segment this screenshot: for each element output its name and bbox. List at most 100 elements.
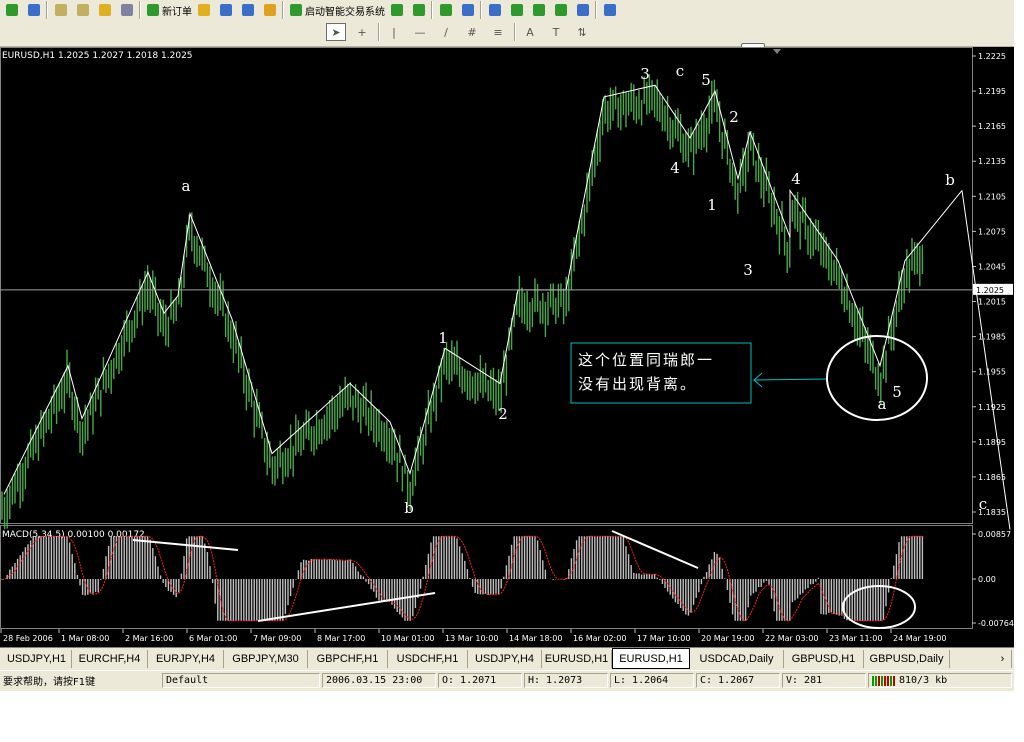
time-tick-label: 16 Mar 02:00 <box>573 634 626 643</box>
zoom-in-icon <box>462 4 474 16</box>
chevron-right-icon: › <box>1000 653 1005 665</box>
toolbar-separator <box>595 1 597 19</box>
macd-tick-label: -0.00764 <box>978 619 1014 628</box>
toolbar-button-label: 新订单 <box>162 6 192 18</box>
expert-advisors-button[interactable]: 启动智能交易系统 <box>287 1 388 19</box>
navigator-icon <box>99 4 111 16</box>
price-tick-label: 1.2225 <box>978 52 1006 61</box>
text-label-icon: T <box>552 25 560 39</box>
wave-label: c <box>676 62 684 80</box>
chart-window[interactable]: EURUSD,H1 1.2025 1.2027 1.2018 1.2025 MA… <box>0 47 1014 647</box>
chart-tab[interactable]: USDJPY,H4 <box>468 650 542 668</box>
arrows-tool[interactable]: ⇅ <box>572 23 592 41</box>
annotation-arrow-line <box>753 378 829 381</box>
toolbar-separator <box>514 23 516 41</box>
price-tick-label: 1.2195 <box>978 87 1006 96</box>
trendline-icon: / <box>444 25 448 39</box>
time-tick-label: 10 Mar 01:00 <box>381 634 434 643</box>
status-traffic: 810/3 kb <box>899 675 948 686</box>
horizontal-line-icon: — <box>414 25 426 39</box>
chart-tab[interactable]: EURJPY,H4 <box>148 650 224 668</box>
annotation-line-1: 这个位置同瑞郎一 <box>578 351 714 369</box>
trendline-tool[interactable]: / <box>436 23 456 41</box>
market-watch-button[interactable] <box>51 1 71 19</box>
data-window-button[interactable] <box>73 1 93 19</box>
templates-button[interactable] <box>600 1 620 19</box>
chart-tab[interactable]: USDCAD,Daily <box>690 650 784 668</box>
navigator-button[interactable] <box>95 1 115 19</box>
options-button[interactable] <box>260 1 280 19</box>
channel-tool[interactable]: # <box>462 23 482 41</box>
chart-tab[interactable]: USDCHF,H1 <box>388 650 468 668</box>
chart-tab[interactable]: GBPJPY,M30 <box>224 650 308 668</box>
bar-chart-button[interactable] <box>387 1 407 19</box>
macd-tick-label: 0.00857 <box>978 530 1011 539</box>
price-panel-frame <box>0 47 973 524</box>
toolbar-separator <box>480 1 482 19</box>
text-tool[interactable]: A <box>520 23 540 41</box>
chart-tab[interactable]: EURUSD,H1 <box>612 648 690 669</box>
price-tick-label: 1.2165 <box>978 122 1006 131</box>
periods-button[interactable] <box>573 1 593 19</box>
chart-tab[interactable]: USDJPY,H1 <box>2 650 72 668</box>
cursor-tool[interactable]: ➤ <box>326 23 346 41</box>
time-tick-label: 28 Feb 2006 <box>3 634 53 643</box>
chart-tab[interactable]: EURUSD,H1 <box>542 650 612 668</box>
drawing-toolbar: ➤+|—/#≡AT⇅M1M5M15M30H1H4D1W1MN <box>0 20 1014 61</box>
wave-label: 2 <box>498 405 508 423</box>
status-connection: 810/3 kb <box>868 673 1012 688</box>
fibonacci-tool[interactable]: ≡ <box>488 23 508 41</box>
candlestick-button[interactable] <box>409 1 429 19</box>
terminal-button[interactable] <box>117 1 137 19</box>
zoom-out-button[interactable] <box>485 1 505 19</box>
chart-tab[interactable]: GBPUSD,Daily <box>864 650 950 668</box>
vertical-line-tool[interactable]: | <box>384 23 404 41</box>
divergence-line <box>132 539 239 551</box>
text-label-tool[interactable]: T <box>546 23 566 41</box>
periods-icon <box>577 4 589 16</box>
price-chart[interactable]: EURUSD,H1 1.2025 1.2027 1.2018 1.2025 MA… <box>0 47 1014 647</box>
wave-label: 3 <box>640 65 650 83</box>
metaeditor-button[interactable] <box>216 1 236 19</box>
autoscroll-button[interactable] <box>529 1 549 19</box>
new-chart-button[interactable] <box>2 1 22 19</box>
status-bar: 要求帮助，请按F1键 Default 2006.03.15 23:00 O: 1… <box>0 670 1014 691</box>
chart-tab[interactable]: GBPCHF,H1 <box>308 650 388 668</box>
fullscreen-icon <box>242 4 254 16</box>
horizontal-line-tool[interactable]: — <box>410 23 430 41</box>
tab-scroll-right-button[interactable]: › <box>994 650 1012 668</box>
highlight-ellipse <box>842 585 916 629</box>
wave-label: 1 <box>707 196 717 214</box>
price-tick-label: 1.1955 <box>978 368 1006 377</box>
main-toolbar: 新订单 启动智能交易系统 <box>0 0 1014 20</box>
wave-label: 2 <box>729 108 739 126</box>
line-chart-button[interactable] <box>436 1 456 19</box>
templates-icon <box>604 4 616 16</box>
time-tick-label: 17 Mar 10:00 <box>637 634 690 643</box>
time-tick-label: 6 Mar 01:00 <box>189 634 237 643</box>
chart-shift-button[interactable] <box>507 1 527 19</box>
toolbar-separator <box>282 1 284 19</box>
profiles-button[interactable] <box>24 1 44 19</box>
wave-label: a <box>878 395 887 413</box>
status-low: L: 1.2064 <box>610 673 694 688</box>
new-order-button[interactable]: 新订单 <box>144 1 195 19</box>
annotation-line-2: 没有出现背离。 <box>578 375 697 393</box>
autoscroll-icon <box>533 4 545 16</box>
status-high: H: 1.2073 <box>524 673 608 688</box>
price-tick-label: 1.2015 <box>978 298 1006 307</box>
chart-tab[interactable]: EURCHF,H4 <box>72 650 148 668</box>
current-price-label: 1.2025 <box>976 286 1004 295</box>
zoom-in-button[interactable] <box>458 1 478 19</box>
alert-button[interactable] <box>194 1 214 19</box>
connection-bars-icon <box>872 675 895 686</box>
crosshair-tool[interactable]: + <box>352 23 372 41</box>
toolbar-button-label: 启动智能交易系统 <box>305 6 385 18</box>
indicators-button[interactable] <box>551 1 571 19</box>
toolbar-separator <box>431 1 433 19</box>
time-tick-label: 14 Mar 18:00 <box>509 634 562 643</box>
fullscreen-button[interactable] <box>238 1 258 19</box>
chart-tab[interactable]: GBPUSD,H1 <box>784 650 864 668</box>
time-tick-label: 22 Mar 03:00 <box>765 634 818 643</box>
cursor-icon: ➤ <box>331 25 341 39</box>
